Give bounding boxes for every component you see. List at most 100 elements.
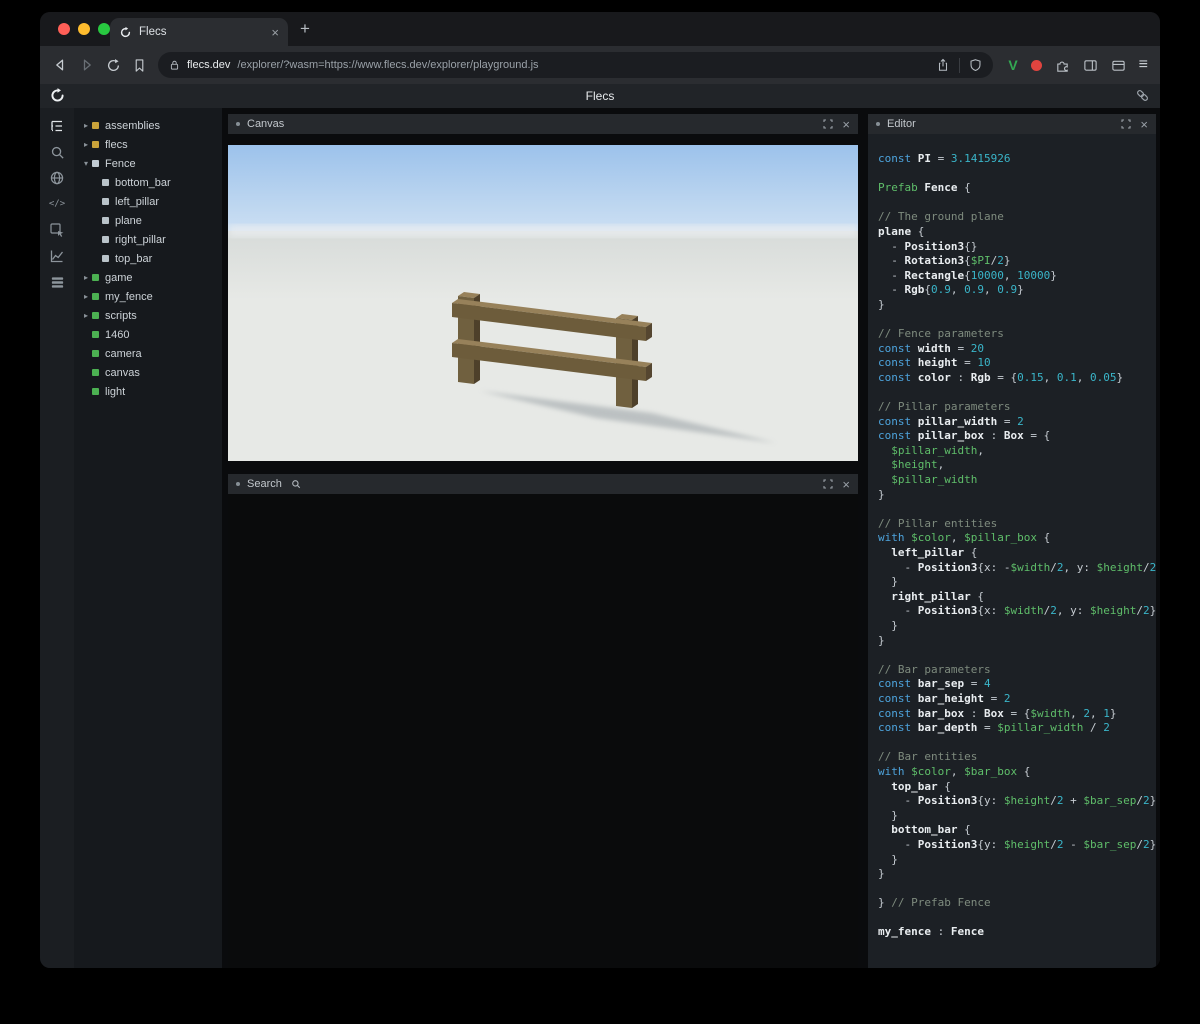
extension-cluster: V ≡ bbox=[1004, 56, 1148, 74]
tree-item-game[interactable]: ▸game bbox=[74, 268, 222, 287]
share-icon[interactable] bbox=[936, 58, 950, 72]
tree-item-light[interactable]: light bbox=[74, 382, 222, 401]
tab-close-icon[interactable]: × bbox=[271, 26, 279, 39]
sky bbox=[228, 145, 858, 237]
tree-item-canvas[interactable]: canvas bbox=[74, 363, 222, 382]
tree-item-right_pillar[interactable]: right_pillar bbox=[74, 230, 222, 249]
editor-panel: Editor × const PI = 3.1415926 Prefab Fen… bbox=[868, 114, 1156, 968]
tree-item-Fence[interactable]: ▾Fence bbox=[74, 154, 222, 173]
script-editor-icon[interactable]: </> bbox=[48, 195, 66, 213]
tree-item-flecs[interactable]: ▸flecs bbox=[74, 135, 222, 154]
entity-entity-icon bbox=[92, 331, 99, 338]
flecs-explorer-app: Flecs </> ▸a bbox=[40, 84, 1160, 968]
window-close-button[interactable] bbox=[58, 23, 70, 35]
expand-icon[interactable] bbox=[823, 119, 833, 129]
tab-strip: Flecs × + bbox=[40, 12, 1160, 46]
window-minimize-button[interactable] bbox=[78, 23, 90, 35]
3d-viewport[interactable] bbox=[228, 145, 858, 461]
code-line bbox=[878, 736, 1156, 751]
tree-item-label: canvas bbox=[105, 367, 140, 379]
wallet-icon[interactable] bbox=[1111, 58, 1126, 73]
code-line: // Pillar parameters bbox=[878, 400, 1156, 415]
forward-icon[interactable] bbox=[79, 57, 95, 73]
code-line: // Bar entities bbox=[878, 750, 1156, 765]
code-line: $pillar_width bbox=[878, 473, 1156, 488]
reload-icon[interactable] bbox=[106, 58, 121, 73]
shield-icon[interactable] bbox=[969, 58, 982, 72]
world-icon[interactable] bbox=[48, 169, 66, 187]
tree-item-assemblies[interactable]: ▸ assemblies bbox=[74, 116, 222, 135]
browser-tab[interactable]: Flecs × bbox=[110, 18, 288, 46]
record-extension-icon[interactable] bbox=[1031, 60, 1042, 71]
tree-item-1460[interactable]: 1460 bbox=[74, 325, 222, 344]
tree-expanded-icon[interactable]: ▾ bbox=[80, 159, 92, 168]
search-icon[interactable] bbox=[48, 143, 66, 161]
search-results-area bbox=[228, 494, 858, 968]
back-icon[interactable] bbox=[52, 57, 68, 73]
tree-item-my_fence[interactable]: ▸my_fence bbox=[74, 287, 222, 306]
window-controls bbox=[58, 23, 110, 35]
tree-collapsed-icon[interactable]: ▸ bbox=[80, 292, 92, 301]
tree-item-left_pillar[interactable]: left_pillar bbox=[74, 192, 222, 211]
tree-collapsed-icon[interactable]: ▸ bbox=[80, 273, 92, 282]
code-line: // Bar parameters bbox=[878, 663, 1156, 678]
extensions-puzzle-icon[interactable] bbox=[1055, 58, 1070, 73]
code-line: - Position3{y: $height/2 + $bar_sep/2} bbox=[878, 794, 1156, 809]
entity-tree-panel: ▸ assemblies ▸flecs▾Fence bottom_bar left_pi… bbox=[74, 108, 222, 968]
code-line: } bbox=[878, 867, 1156, 882]
bookmark-icon[interactable] bbox=[132, 58, 147, 73]
code-line: Prefab Fence { bbox=[878, 181, 1156, 196]
search-panel-header: Search × bbox=[228, 474, 858, 494]
sidebar-panel-icon[interactable] bbox=[1083, 58, 1098, 73]
search-panel: Search × bbox=[228, 474, 858, 968]
tables-icon[interactable] bbox=[48, 273, 66, 291]
browser-toolbar: flecs.dev /explorer/?wasm=https://www.fl… bbox=[40, 46, 1160, 84]
inspect-icon[interactable] bbox=[48, 221, 66, 239]
entity-entity-icon bbox=[92, 350, 99, 357]
code-block: const PI = 3.1415926 Prefab Fence { // T… bbox=[878, 152, 1156, 940]
window-zoom-button[interactable] bbox=[98, 23, 110, 35]
tree-item-top_bar[interactable]: top_bar bbox=[74, 249, 222, 268]
close-icon[interactable]: × bbox=[842, 478, 850, 491]
code-line: } bbox=[878, 619, 1156, 634]
code-line: } bbox=[878, 634, 1156, 649]
url-bar[interactable]: flecs.dev /explorer/?wasm=https://www.fl… bbox=[158, 52, 993, 78]
stats-chart-icon[interactable] bbox=[48, 247, 66, 265]
tree-item-label: assemblies bbox=[105, 120, 160, 132]
entity-child-icon bbox=[102, 198, 109, 205]
tree-item-plane[interactable]: plane bbox=[74, 211, 222, 230]
code-line: - Rotation3{$PI/2} bbox=[878, 254, 1156, 269]
tree-item-camera[interactable]: camera bbox=[74, 344, 222, 363]
code-line bbox=[878, 167, 1156, 182]
script-editor[interactable]: const PI = 3.1415926 Prefab Fence { // T… bbox=[868, 134, 1156, 968]
code-line bbox=[878, 882, 1156, 897]
browser-window: Flecs × + flecs.dev /explorer/?wasm=http… bbox=[40, 12, 1160, 968]
close-icon[interactable]: × bbox=[1140, 118, 1148, 131]
entity-tree-icon[interactable] bbox=[48, 117, 66, 135]
browser-menu-icon[interactable]: ≡ bbox=[1139, 56, 1148, 74]
code-line: } bbox=[878, 809, 1156, 824]
code-line: - Rectangle{10000, 10000} bbox=[878, 269, 1156, 284]
code-line: } bbox=[878, 298, 1156, 313]
expand-icon[interactable] bbox=[1121, 119, 1131, 129]
new-tab-button[interactable]: + bbox=[300, 19, 310, 39]
expand-icon[interactable] bbox=[823, 479, 833, 489]
v-extension-icon[interactable]: V bbox=[1008, 57, 1017, 73]
tree-collapsed-icon[interactable]: ▸ bbox=[80, 121, 92, 130]
code-line: - Rgb{0.9, 0.9, 0.9} bbox=[878, 283, 1156, 298]
tree-collapsed-icon[interactable]: ▸ bbox=[80, 140, 92, 149]
entity-child-icon bbox=[102, 236, 109, 243]
code-line: with $color, $pillar_box { bbox=[878, 531, 1156, 546]
tree-item-label: bottom_bar bbox=[115, 177, 171, 189]
ground-plane bbox=[228, 231, 858, 461]
code-line: - Position3{} bbox=[878, 240, 1156, 255]
tab-title: Flecs bbox=[139, 26, 264, 38]
tree-item-bottom_bar[interactable]: bottom_bar bbox=[74, 173, 222, 192]
code-line: $height, bbox=[878, 458, 1156, 473]
code-line: const height = 10 bbox=[878, 356, 1156, 371]
share-link-icon[interactable] bbox=[1135, 88, 1150, 108]
entity-child-icon bbox=[102, 217, 109, 224]
tree-item-scripts[interactable]: ▸scripts bbox=[74, 306, 222, 325]
close-icon[interactable]: × bbox=[842, 118, 850, 131]
tree-collapsed-icon[interactable]: ▸ bbox=[80, 311, 92, 320]
